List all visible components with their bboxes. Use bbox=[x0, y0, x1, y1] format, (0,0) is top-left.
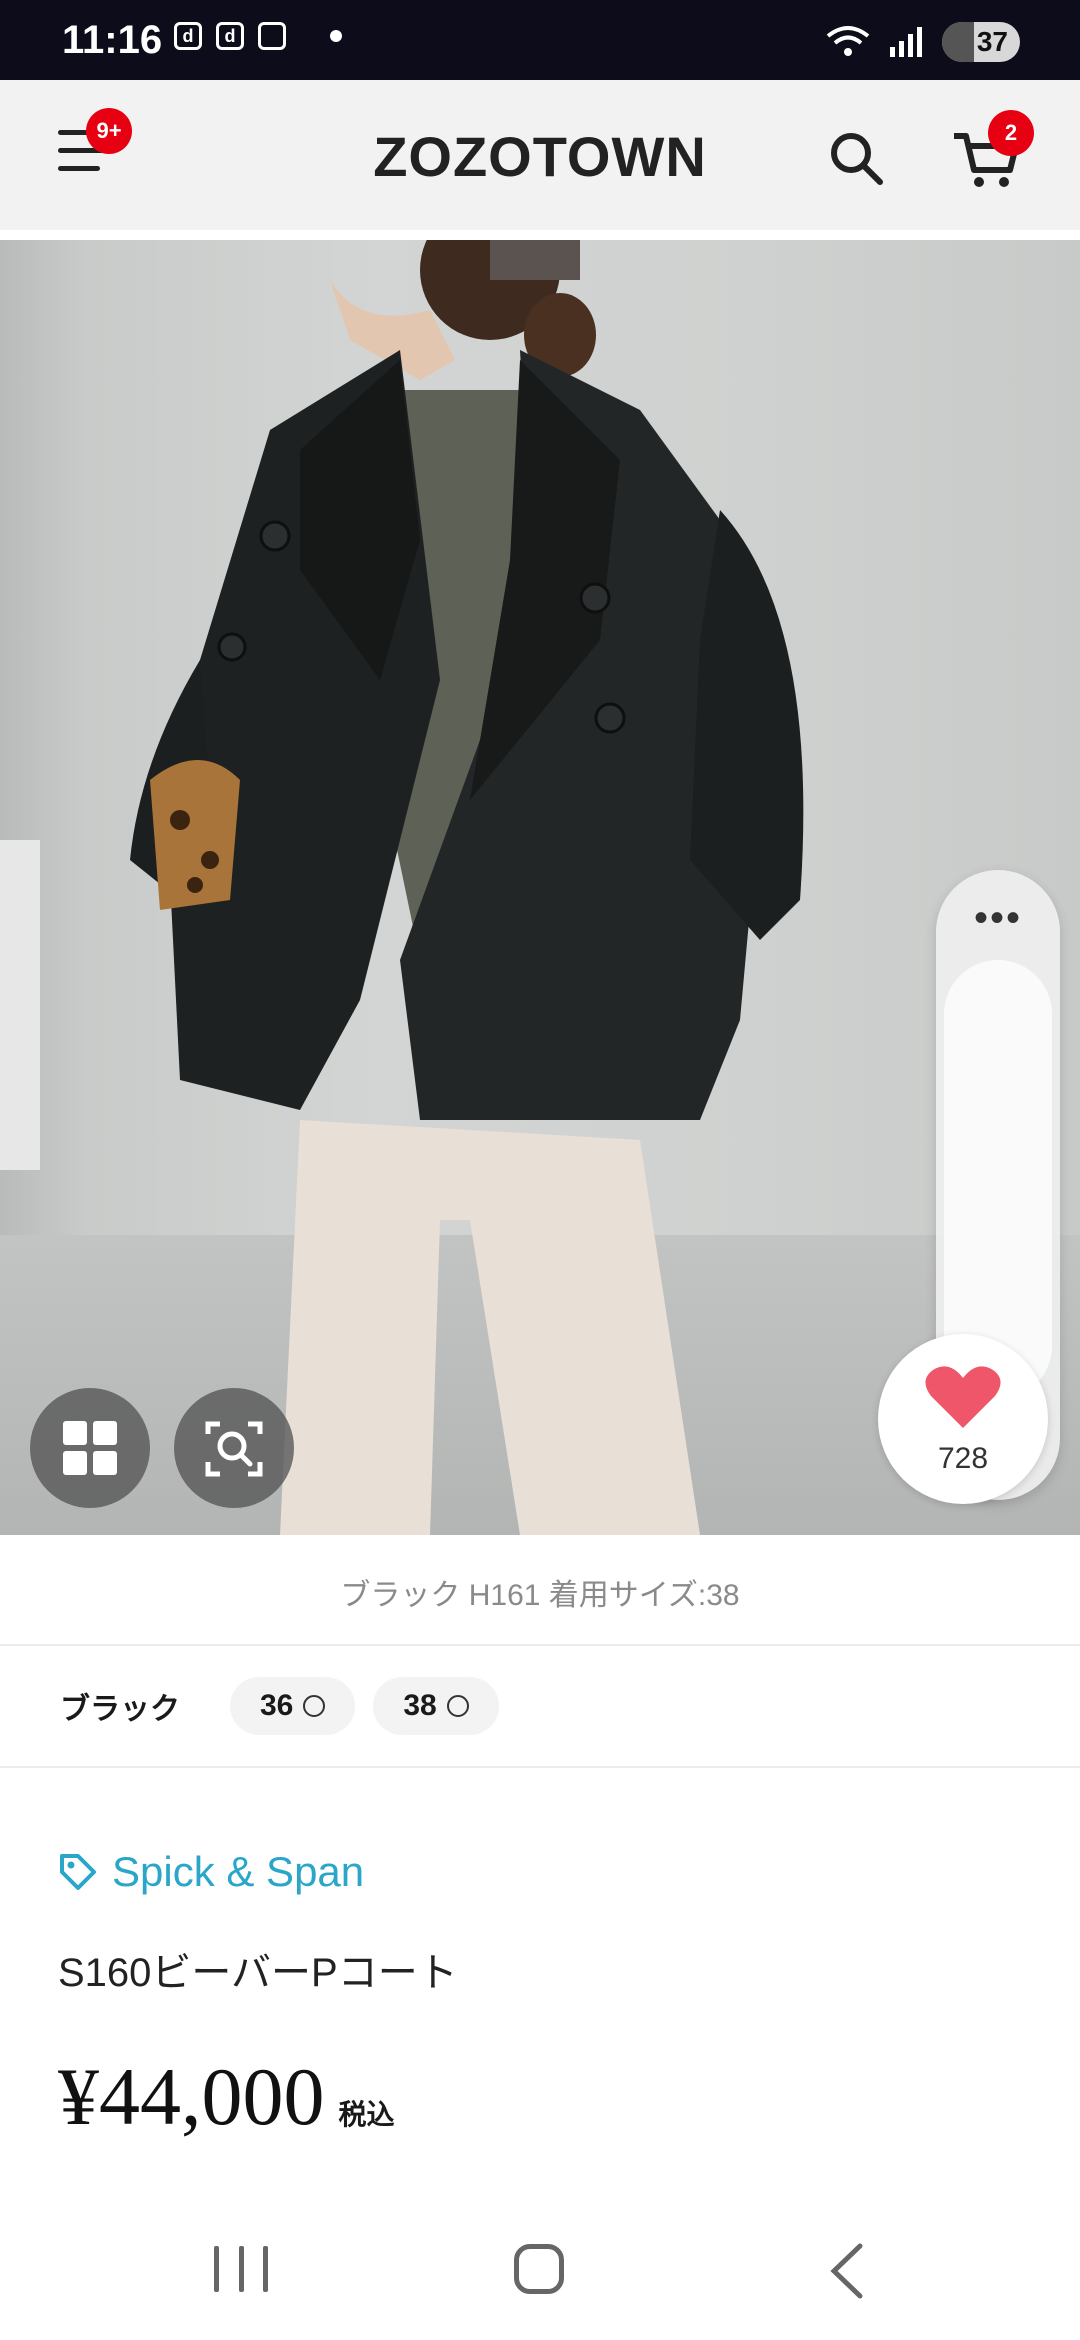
in-stock-icon bbox=[446, 1695, 469, 1717]
divider bbox=[0, 1644, 1080, 1646]
favorite-count: 728 bbox=[937, 1442, 989, 1475]
in-stock-icon bbox=[303, 1695, 326, 1717]
size-label: 38 bbox=[403, 1689, 437, 1722]
color-label: ブラック bbox=[60, 1693, 180, 1726]
system-nav-bar bbox=[0, 2210, 1080, 2340]
brand-link[interactable]: Spick & Span bbox=[58, 1848, 364, 1896]
more-notifications-dot-icon bbox=[330, 30, 342, 42]
d-app-icon-2: d bbox=[216, 22, 244, 50]
battery-icon: 37 bbox=[942, 22, 1020, 62]
product-image[interactable]: ••• 728 bbox=[0, 240, 1080, 1535]
more-options-icon[interactable]: ••• bbox=[936, 898, 1060, 938]
recent-apps-button[interactable] bbox=[214, 2246, 268, 2296]
grid-view-button[interactable] bbox=[30, 1388, 150, 1508]
brand-name: Spick & Span bbox=[112, 1848, 365, 1895]
status-system-icons: 37 bbox=[826, 22, 1020, 62]
size-label: 36 bbox=[260, 1689, 294, 1722]
wifi-icon bbox=[826, 26, 870, 56]
search-icon[interactable] bbox=[826, 128, 886, 188]
cart-count-badge: 2 bbox=[988, 110, 1034, 156]
image-caption: ブラック H161 着用サイズ:38 bbox=[340, 1579, 740, 1612]
size-chip-36[interactable]: 36 bbox=[230, 1677, 356, 1735]
variant-row: ブラック 36 38 bbox=[60, 1676, 517, 1736]
d-app-icon: d bbox=[174, 22, 202, 50]
size-chip-38[interactable]: 38 bbox=[373, 1677, 499, 1735]
divider bbox=[0, 1766, 1080, 1768]
signal-icon bbox=[890, 27, 922, 57]
news-icon bbox=[258, 22, 286, 50]
product-price: ¥44,000 bbox=[58, 2051, 325, 2142]
status-time: 11:16 bbox=[62, 18, 163, 62]
battery-level: 37 bbox=[976, 26, 1008, 57]
tax-label: 税込 bbox=[338, 2099, 395, 2130]
image-search-button[interactable] bbox=[174, 1388, 294, 1508]
heart-icon bbox=[925, 1366, 1001, 1428]
back-icon[interactable] bbox=[826, 2242, 866, 2300]
favorite-button[interactable]: 728 bbox=[878, 1334, 1048, 1504]
home-button[interactable] bbox=[514, 2244, 564, 2294]
tag-icon bbox=[60, 1854, 96, 1890]
grid-icon bbox=[63, 1421, 117, 1475]
app-header: 9+ ZOZOTOWN 2 bbox=[0, 80, 1080, 230]
product-name: S160ビーバーPコート bbox=[58, 1951, 458, 1995]
price-row: ¥44,000 税込 bbox=[58, 2050, 395, 2144]
status-bar: 11:16 d d 37 bbox=[0, 0, 1080, 80]
model-wearing-coat-photo bbox=[130, 240, 804, 1535]
image-search-icon bbox=[205, 1421, 263, 1477]
status-notification-icons: d d bbox=[174, 22, 342, 50]
zozotown-logo[interactable]: ZOZOTOWN bbox=[0, 124, 1080, 189]
